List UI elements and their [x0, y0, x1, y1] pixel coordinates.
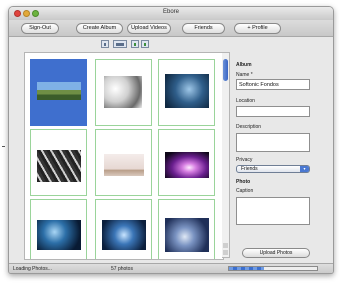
description-field[interactable]: [236, 133, 310, 152]
photo-cell[interactable]: [95, 199, 152, 259]
divider: [2, 146, 5, 147]
previous-page-icon[interactable]: [131, 40, 139, 48]
grid-scrollbar[interactable]: [222, 52, 230, 258]
photo-cell[interactable]: [95, 129, 152, 196]
details-panel: Album Name * Softonic Fondos Location De…: [236, 52, 328, 262]
location-label: Location: [236, 98, 255, 104]
photo-cell[interactable]: [158, 199, 215, 259]
title-bar: Ebore: [9, 7, 333, 21]
photo-thumbnail: [37, 82, 81, 100]
sign-out-button[interactable]: Sign-Out: [21, 23, 59, 34]
caption-field[interactable]: [236, 197, 310, 225]
toolbar: Sign-Out Create Album Upload Videos Frie…: [9, 20, 333, 37]
friends-button[interactable]: Friends: [182, 23, 225, 34]
window-title: Ebore: [162, 9, 179, 15]
photo-cell[interactable]: [158, 59, 215, 126]
upload-videos-button[interactable]: Upload Videos: [127, 23, 171, 34]
scroll-down-icon[interactable]: [223, 250, 228, 255]
photo-grid: [24, 52, 224, 260]
photo-cell[interactable]: [158, 129, 215, 196]
next-page-icon[interactable]: [141, 40, 149, 48]
photo-cell[interactable]: [95, 59, 152, 126]
chevron-down-icon: ▾: [300, 166, 309, 172]
photo-cell[interactable]: [30, 129, 87, 196]
album-section-header: Album: [236, 62, 252, 68]
photo-thumbnail: [104, 154, 144, 176]
scroll-up-icon[interactable]: [223, 243, 228, 248]
photo-thumbnail: [165, 152, 209, 178]
loading-progress-bar: [228, 266, 318, 271]
photo-thumbnail: [37, 150, 81, 182]
caption-label: Caption: [236, 188, 254, 194]
upload-photos-button[interactable]: Upload Photos: [242, 248, 310, 258]
location-field[interactable]: [236, 106, 310, 117]
photo-thumbnail: [165, 74, 209, 108]
album-name-field[interactable]: Softonic Fondos: [236, 79, 310, 90]
status-bar: Loading Photos... 57 photos: [9, 263, 333, 273]
privacy-select-value: Friends: [241, 166, 258, 172]
app-window: Ebore Sign-Out Create Album Upload Video…: [8, 6, 334, 274]
photo-thumbnail: [165, 218, 209, 252]
photo-thumbnail: [104, 76, 142, 108]
progress-fill: [229, 267, 264, 270]
create-album-button[interactable]: Create Album: [76, 23, 123, 34]
privacy-label: Privacy: [236, 157, 253, 163]
privacy-select[interactable]: Friends ▾: [236, 165, 310, 173]
photo-thumbnail: [37, 220, 81, 250]
photo-thumbnail: [102, 220, 146, 250]
photo-cell[interactable]: [30, 199, 87, 259]
list-view-icon[interactable]: [113, 40, 127, 48]
grid-view-icon[interactable]: [101, 40, 109, 48]
photo-section-header: Photo: [236, 179, 251, 185]
description-label: Description: [236, 124, 262, 130]
photo-cell[interactable]: [30, 59, 87, 126]
status-text: Loading Photos...: [13, 266, 52, 272]
scrollbar-thumb[interactable]: [223, 59, 228, 81]
profile-button[interactable]: + Profile: [234, 23, 281, 34]
name-label: Name *: [236, 72, 253, 78]
photo-count: 57 photos: [111, 266, 133, 272]
